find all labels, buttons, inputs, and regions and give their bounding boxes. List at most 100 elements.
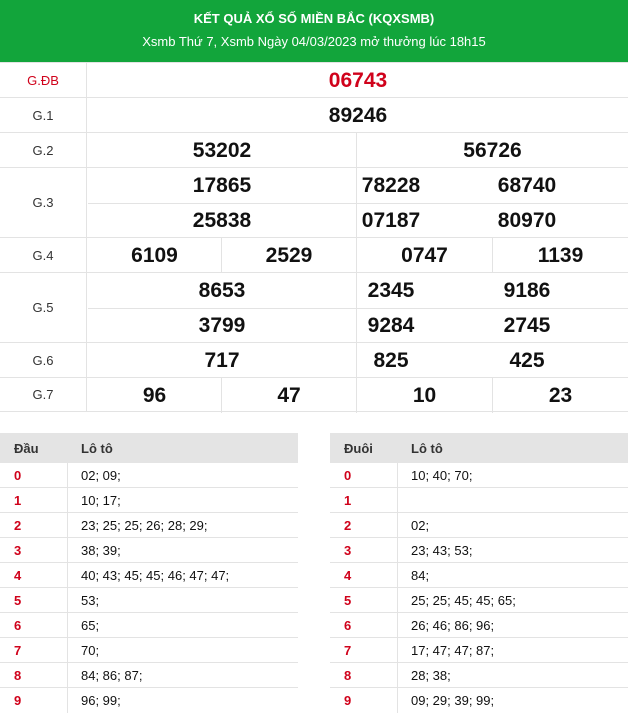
page-title: KẾT QUẢ XỔ SỐ MIỀN BẮC (KQXSMB) bbox=[193, 11, 435, 26]
table-row: 1 10; 17; bbox=[0, 488, 298, 513]
row-value: 10; 40; 70; bbox=[411, 468, 473, 483]
row-value: 23; 25; 25; 26; 28; 29; bbox=[81, 518, 208, 533]
loto-column-label: Lô tô bbox=[411, 441, 443, 456]
tail-column-label: Đuôi bbox=[344, 441, 373, 456]
table-row: 0 10; 40; 70; bbox=[330, 463, 628, 488]
prize-number-g7: 10 bbox=[412, 383, 437, 407]
row-value: 84; 86; 87; bbox=[81, 668, 143, 683]
row-value: 09; 29; 39; 99; bbox=[411, 693, 495, 708]
prize-label-db: G.ĐB bbox=[0, 63, 87, 97]
table-row: 7 70; bbox=[0, 638, 298, 663]
prize-row-g4: G.4 6109 2529 0747 1139 bbox=[0, 237, 628, 273]
prize-number-g3: 68740 bbox=[497, 173, 557, 197]
table-row: 0 02; 09; bbox=[0, 463, 298, 488]
row-value: 84; bbox=[411, 568, 430, 583]
prize-number-g5: 9284 bbox=[367, 313, 415, 337]
table-row: 2 23; 25; 25; 26; 28; 29; bbox=[0, 513, 298, 538]
prize-label-g1: G.1 bbox=[0, 98, 87, 132]
table-row: 9 96; 99; bbox=[0, 688, 298, 713]
row-value: 40; 43; 45; 45; 46; 47; 47; bbox=[81, 568, 230, 583]
prize-number-g2: 56726 bbox=[463, 138, 522, 162]
table-row: 5 25; 25; 45; 45; 65; bbox=[330, 588, 628, 613]
row-value: 38; 39; bbox=[81, 543, 121, 558]
row-key: 5 bbox=[344, 593, 352, 608]
table-row: 1 bbox=[330, 488, 628, 513]
table-row: 5 53; bbox=[0, 588, 298, 613]
prize-number-g7: 23 bbox=[548, 383, 573, 407]
prize-number-g6: 425 bbox=[509, 348, 545, 372]
row-key: 4 bbox=[344, 568, 352, 583]
prize-row-g6: G.6 717 825 425 bbox=[0, 342, 628, 378]
row-key: 1 bbox=[14, 493, 22, 508]
row-value: 28; 38; bbox=[411, 668, 451, 683]
row-key: 4 bbox=[14, 568, 22, 583]
row-key: 3 bbox=[14, 543, 22, 558]
prize-number-g6: 717 bbox=[204, 348, 240, 372]
prize-row-g7: G.7 96 47 10 23 bbox=[0, 377, 628, 413]
prize-number-g5: 3799 bbox=[198, 313, 246, 337]
row-key: 2 bbox=[14, 518, 22, 533]
prize-number-g6: 825 bbox=[373, 348, 409, 372]
table-row: 6 65; bbox=[0, 613, 298, 638]
row-value: 17; 47; 47; 87; bbox=[411, 643, 495, 658]
prize-number-g5: 2745 bbox=[503, 313, 551, 337]
row-key: 0 bbox=[14, 468, 22, 483]
prize-number-g4: 2529 bbox=[265, 243, 313, 267]
prize-number-g5: 9186 bbox=[503, 278, 551, 302]
table-row: 4 40; 43; 45; 45; 46; 47; 47; bbox=[0, 563, 298, 588]
prize-label-g2: G.2 bbox=[0, 133, 87, 167]
prize-number-g5: 8653 bbox=[198, 278, 246, 302]
table-row: 4 84; bbox=[330, 563, 628, 588]
prize-number-g7: 96 bbox=[142, 383, 167, 407]
prize-number-g2: 53202 bbox=[192, 138, 252, 162]
table-row: 3 38; 39; bbox=[0, 538, 298, 563]
head-table-header: Đầu Lô tô bbox=[0, 433, 298, 463]
prize-row-g5: G.5 8653 2345 9186 3799 9284 2745 bbox=[0, 272, 628, 343]
row-value: 25; 25; 45; 45; 65; bbox=[411, 593, 516, 608]
table-row: 7 17; 47; 47; 87; bbox=[330, 638, 628, 663]
prize-number-g3: 25838 bbox=[192, 208, 252, 232]
row-value: 10; 17; bbox=[81, 493, 121, 508]
loto-column-label: Lô tô bbox=[81, 441, 113, 456]
row-key: 9 bbox=[14, 693, 22, 708]
table-row: 2 02; bbox=[330, 513, 628, 538]
row-key: 1 bbox=[344, 493, 352, 508]
row-key: 9 bbox=[344, 693, 352, 708]
head-column-label: Đầu bbox=[14, 441, 39, 456]
row-value: 23; 43; 53; bbox=[411, 543, 473, 558]
tail-table-header: Đuôi Lô tô bbox=[330, 433, 628, 463]
table-row: 6 26; 46; 86; 96; bbox=[330, 613, 628, 638]
prize-number-g3: 80970 bbox=[497, 208, 557, 232]
prize-number-g3: 78228 bbox=[361, 173, 421, 197]
prize-row-g1: G.1 89246 bbox=[0, 97, 628, 132]
table-row: 8 28; 38; bbox=[330, 663, 628, 688]
row-key: 0 bbox=[344, 468, 352, 483]
row-value: 53; bbox=[81, 593, 100, 608]
prize-label-g3: G.3 bbox=[0, 168, 87, 237]
row-key: 8 bbox=[14, 668, 22, 683]
table-row: 3 23; 43; 53; bbox=[330, 538, 628, 563]
prize-number-g4: 0747 bbox=[401, 243, 448, 267]
prize-number-g7: 47 bbox=[277, 383, 301, 407]
prize-row-db: G.ĐB 06743 bbox=[0, 62, 628, 97]
row-value: 02; 09; bbox=[81, 468, 121, 483]
prize-label-g5: G.5 bbox=[0, 273, 87, 342]
row-key: 3 bbox=[344, 543, 352, 558]
row-key: 2 bbox=[344, 518, 352, 533]
prize-number-db: 06743 bbox=[328, 68, 388, 92]
row-value: 70; bbox=[81, 643, 100, 658]
row-key: 8 bbox=[344, 668, 352, 683]
row-value: 65; bbox=[81, 618, 100, 633]
prize-label-g7: G.7 bbox=[0, 378, 87, 411]
row-value: 02; bbox=[411, 518, 430, 533]
row-key: 7 bbox=[14, 643, 22, 658]
row-key: 6 bbox=[344, 618, 352, 633]
prize-label-g6: G.6 bbox=[0, 343, 87, 377]
prize-number-g3: 17865 bbox=[192, 173, 252, 197]
prize-row-g2: G.2 53202 56726 bbox=[0, 132, 628, 168]
row-value: 96; 99; bbox=[81, 693, 121, 708]
prize-row-g3: G.3 17865 78228 68740 25838 07187 80970 bbox=[0, 167, 628, 238]
draw-date-subtitle: Xsmb Thứ 7, Xsmb Ngày 04/03/2023 mở thưở… bbox=[142, 34, 486, 49]
table-row: 8 84; 86; 87; bbox=[0, 663, 298, 688]
prize-number-g4: 1139 bbox=[537, 243, 584, 267]
